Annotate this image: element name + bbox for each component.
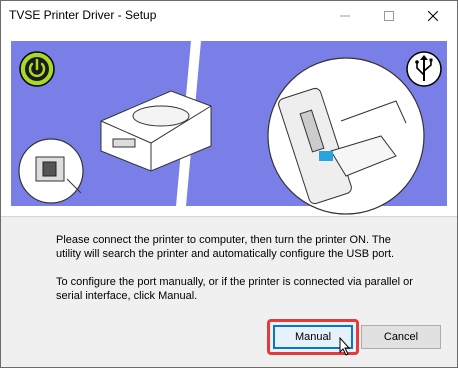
setup-banner-illustration [1, 31, 457, 217]
power-icon [19, 51, 55, 87]
close-button[interactable] [411, 1, 455, 31]
mouse-pointer-icon [339, 337, 351, 356]
maximize-button[interactable] [367, 1, 411, 31]
instruction-text-manual: To configure the port manually, or if th… [56, 276, 413, 302]
power-switch-inset [18, 138, 84, 204]
setup-window: TVSE Printer Driver - Setup Please conne… [0, 0, 458, 368]
maximize-icon [384, 11, 394, 21]
connection-illustration [11, 41, 447, 215]
title-bar[interactable]: TVSE Printer Driver - Setup [1, 1, 457, 31]
window-title: TVSE Printer Driver - Setup [9, 8, 157, 22]
minimize-icon [340, 15, 350, 17]
usb-icon [406, 51, 442, 87]
instruction-text-connect: Please connect the printer to computer, … [56, 234, 395, 260]
cancel-button[interactable]: Cancel [361, 325, 441, 349]
close-icon [428, 11, 438, 21]
usb-connection-inset [267, 57, 425, 215]
minimize-button[interactable] [323, 1, 367, 31]
